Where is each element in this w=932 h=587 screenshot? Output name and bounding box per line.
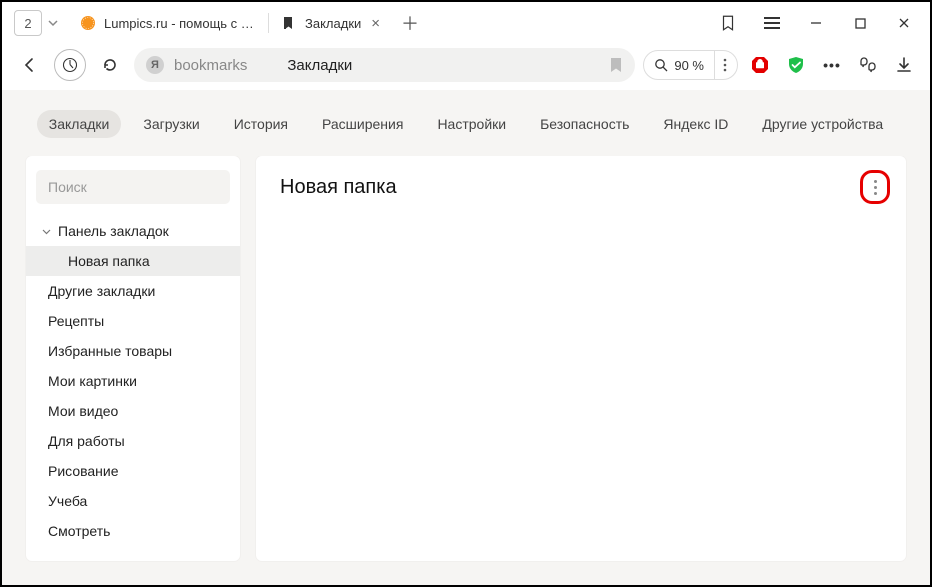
close-window-button[interactable] [882,3,926,43]
page-nav: Закладки Загрузки История Расширения Нас… [2,90,930,156]
folder-recipes[interactable]: Рецепты [26,306,240,336]
reading-list-button[interactable] [706,3,750,43]
nav-other-devices[interactable]: Другие устройства [750,110,895,138]
tab-bookmarks[interactable]: Закладки × [269,6,392,40]
site-identity-icon: Я [146,56,164,74]
folder-label: Для работы [48,433,125,449]
folder-favorites[interactable]: Избранные товары [26,336,240,366]
adblock-extension-icon[interactable] [746,51,774,79]
nav-history[interactable]: История [222,110,300,138]
content-row: Поиск Панель закладок Новая папка Другие… [2,156,930,585]
folder-study[interactable]: Учеба [26,486,240,516]
folder-label: Учеба [48,493,87,509]
tab-label: Закладки [305,16,361,31]
tab-lumpics[interactable]: Lumpics.ru - помощь с компьютером [68,6,268,40]
bookmark-icon [281,15,297,31]
nav-security[interactable]: Безопасность [528,110,641,138]
magnifier-icon [654,58,668,72]
tab-count-button[interactable]: 2 [14,10,42,36]
chevron-down-icon [42,227,52,236]
reload-button[interactable] [94,49,126,81]
folder-label: Панель закладок [58,223,169,239]
new-tab-button[interactable]: ＋ [396,9,424,37]
bookmark-page-icon[interactable] [609,57,623,73]
adguard-extension-icon[interactable] [782,51,810,79]
folder-label: Мои видео [48,403,118,419]
main-menu-button[interactable] [750,3,794,43]
nav-settings[interactable]: Настройки [425,110,518,138]
nav-yandex-id[interactable]: Яндекс ID [651,110,740,138]
folder-new-folder[interactable]: Новая папка [26,246,240,276]
omnibox-title: Закладки [287,57,352,74]
yandex-services-button[interactable] [54,49,86,81]
search-placeholder: Поиск [48,179,87,195]
folder-label: Избранные товары [48,343,172,359]
extensions-overflow-button[interactable]: ••• [818,51,846,79]
nav-bookmarks[interactable]: Закладки [37,110,122,138]
browser-window: 2 Lumpics.ru - помощь с компьютером Закл… [0,0,932,587]
omnibox[interactable]: Я bookmarks Закладки [134,48,635,82]
hamburger-icon [764,17,780,29]
folder-watch[interactable]: Смотреть [26,516,240,546]
folder-options-button[interactable] [860,170,890,204]
maximize-button[interactable] [838,3,882,43]
downloads-button[interactable] [890,51,918,79]
bookmarks-page: Закладки Загрузки История Расширения Нас… [2,90,930,585]
zoom-menu-button[interactable] [714,51,727,79]
tab-list-dropdown[interactable] [48,18,58,28]
address-bar: Я bookmarks Закладки 90 % ••• [2,44,930,90]
folder-label: Рецепты [48,313,104,329]
back-button[interactable] [14,49,46,81]
folder-bookmarks-bar[interactable]: Панель закладок [26,216,240,246]
feedback-button[interactable] [854,51,882,79]
nav-extensions[interactable]: Расширения [310,110,415,138]
folder-label: Мои картинки [48,373,137,389]
minimize-button[interactable] [794,3,838,43]
search-input[interactable]: Поиск [36,170,230,204]
nav-downloads[interactable]: Загрузки [131,110,211,138]
folder-other-bookmarks[interactable]: Другие закладки [26,276,240,306]
folder-my-videos[interactable]: Мои видео [26,396,240,426]
kebab-icon [874,180,877,195]
folder-label: Рисование [48,463,119,479]
folder-drawing[interactable]: Рисование [26,456,240,486]
omnibox-url: bookmarks [174,57,247,74]
tab-label: Lumpics.ru - помощь с компьютером [104,16,256,31]
title-bar: 2 Lumpics.ru - помощь с компьютером Закл… [2,2,930,44]
folder-label: Новая папка [68,253,150,269]
orange-circle-icon [80,15,96,31]
folder-label: Смотреть [48,523,110,539]
zoom-indicator[interactable]: 90 % [643,50,738,80]
folders-sidebar: Поиск Панель закладок Новая папка Другие… [26,156,240,561]
folder-label: Другие закладки [48,283,155,299]
folder-my-pictures[interactable]: Мои картинки [26,366,240,396]
folder-work[interactable]: Для работы [26,426,240,456]
zoom-value: 90 % [674,58,704,73]
close-tab-icon[interactable]: × [371,16,380,31]
folder-heading: Новая папка [280,176,882,199]
folder-content-panel: Новая папка [256,156,906,561]
